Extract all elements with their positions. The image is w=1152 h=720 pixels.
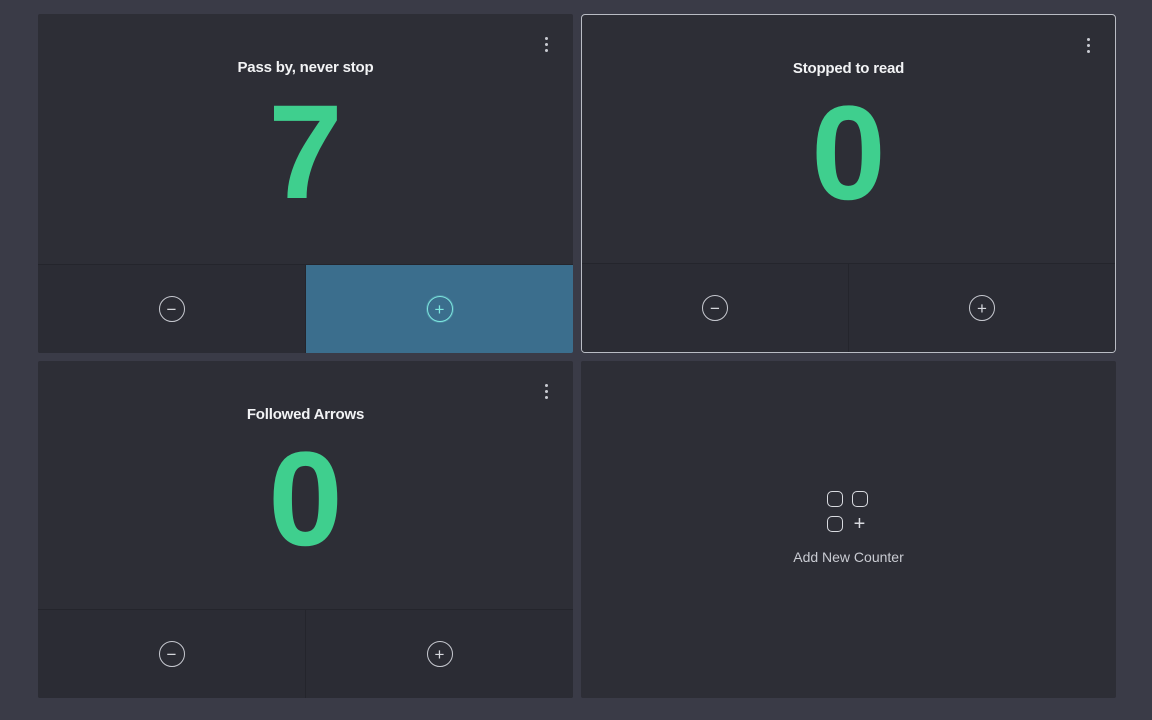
counter-actions: − + [38,264,573,353]
minus-circle-icon: − [158,641,185,667]
minus-circle-icon: − [702,295,728,321]
counter-value: 0 [811,79,886,228]
grid-square-icon [826,490,843,507]
plus-circle-icon: + [969,295,995,321]
add-new-counter-label: Add New Counter [793,548,904,565]
plus-circle-icon: + [426,296,453,322]
increment-button[interactable]: + [848,264,1115,352]
counter-card-stopped-to-read: Stopped to read 0 − + [581,14,1116,353]
counter-title: Pass by, never stop [237,59,374,76]
decrement-button[interactable]: − [582,264,848,352]
increment-button[interactable]: + [305,610,573,698]
more-vertical-icon[interactable] [539,379,553,403]
decrement-button[interactable]: − [38,265,305,353]
counter-title: Stopped to read [792,60,905,77]
more-vertical-icon[interactable] [539,32,553,56]
grid-square-icon [826,515,843,532]
decrement-button[interactable]: − [38,610,305,698]
increment-button[interactable]: + [305,265,573,353]
counter-value: 0 [268,425,343,574]
counter-card-pass-by: Pass by, never stop 7 − + [38,14,573,353]
add-grid-icon: + [826,490,871,535]
plus-circle-icon: + [426,641,453,667]
add-new-counter-button[interactable]: + Add New Counter [581,361,1116,698]
minus-circle-icon: − [158,296,185,322]
counter-grid: Pass by, never stop 7 − + Stopped to rea… [38,14,1116,698]
counter-card-followed-arrows: Followed Arrows 0 − + [38,361,573,698]
grid-square-icon [851,490,868,507]
more-vertical-icon[interactable] [1081,33,1095,57]
counter-actions: − + [582,263,1115,352]
plus-icon: + [853,512,866,535]
counter-value: 7 [268,78,343,227]
counter-actions: − + [38,609,573,698]
counter-title: Followed Arrows [246,406,365,423]
